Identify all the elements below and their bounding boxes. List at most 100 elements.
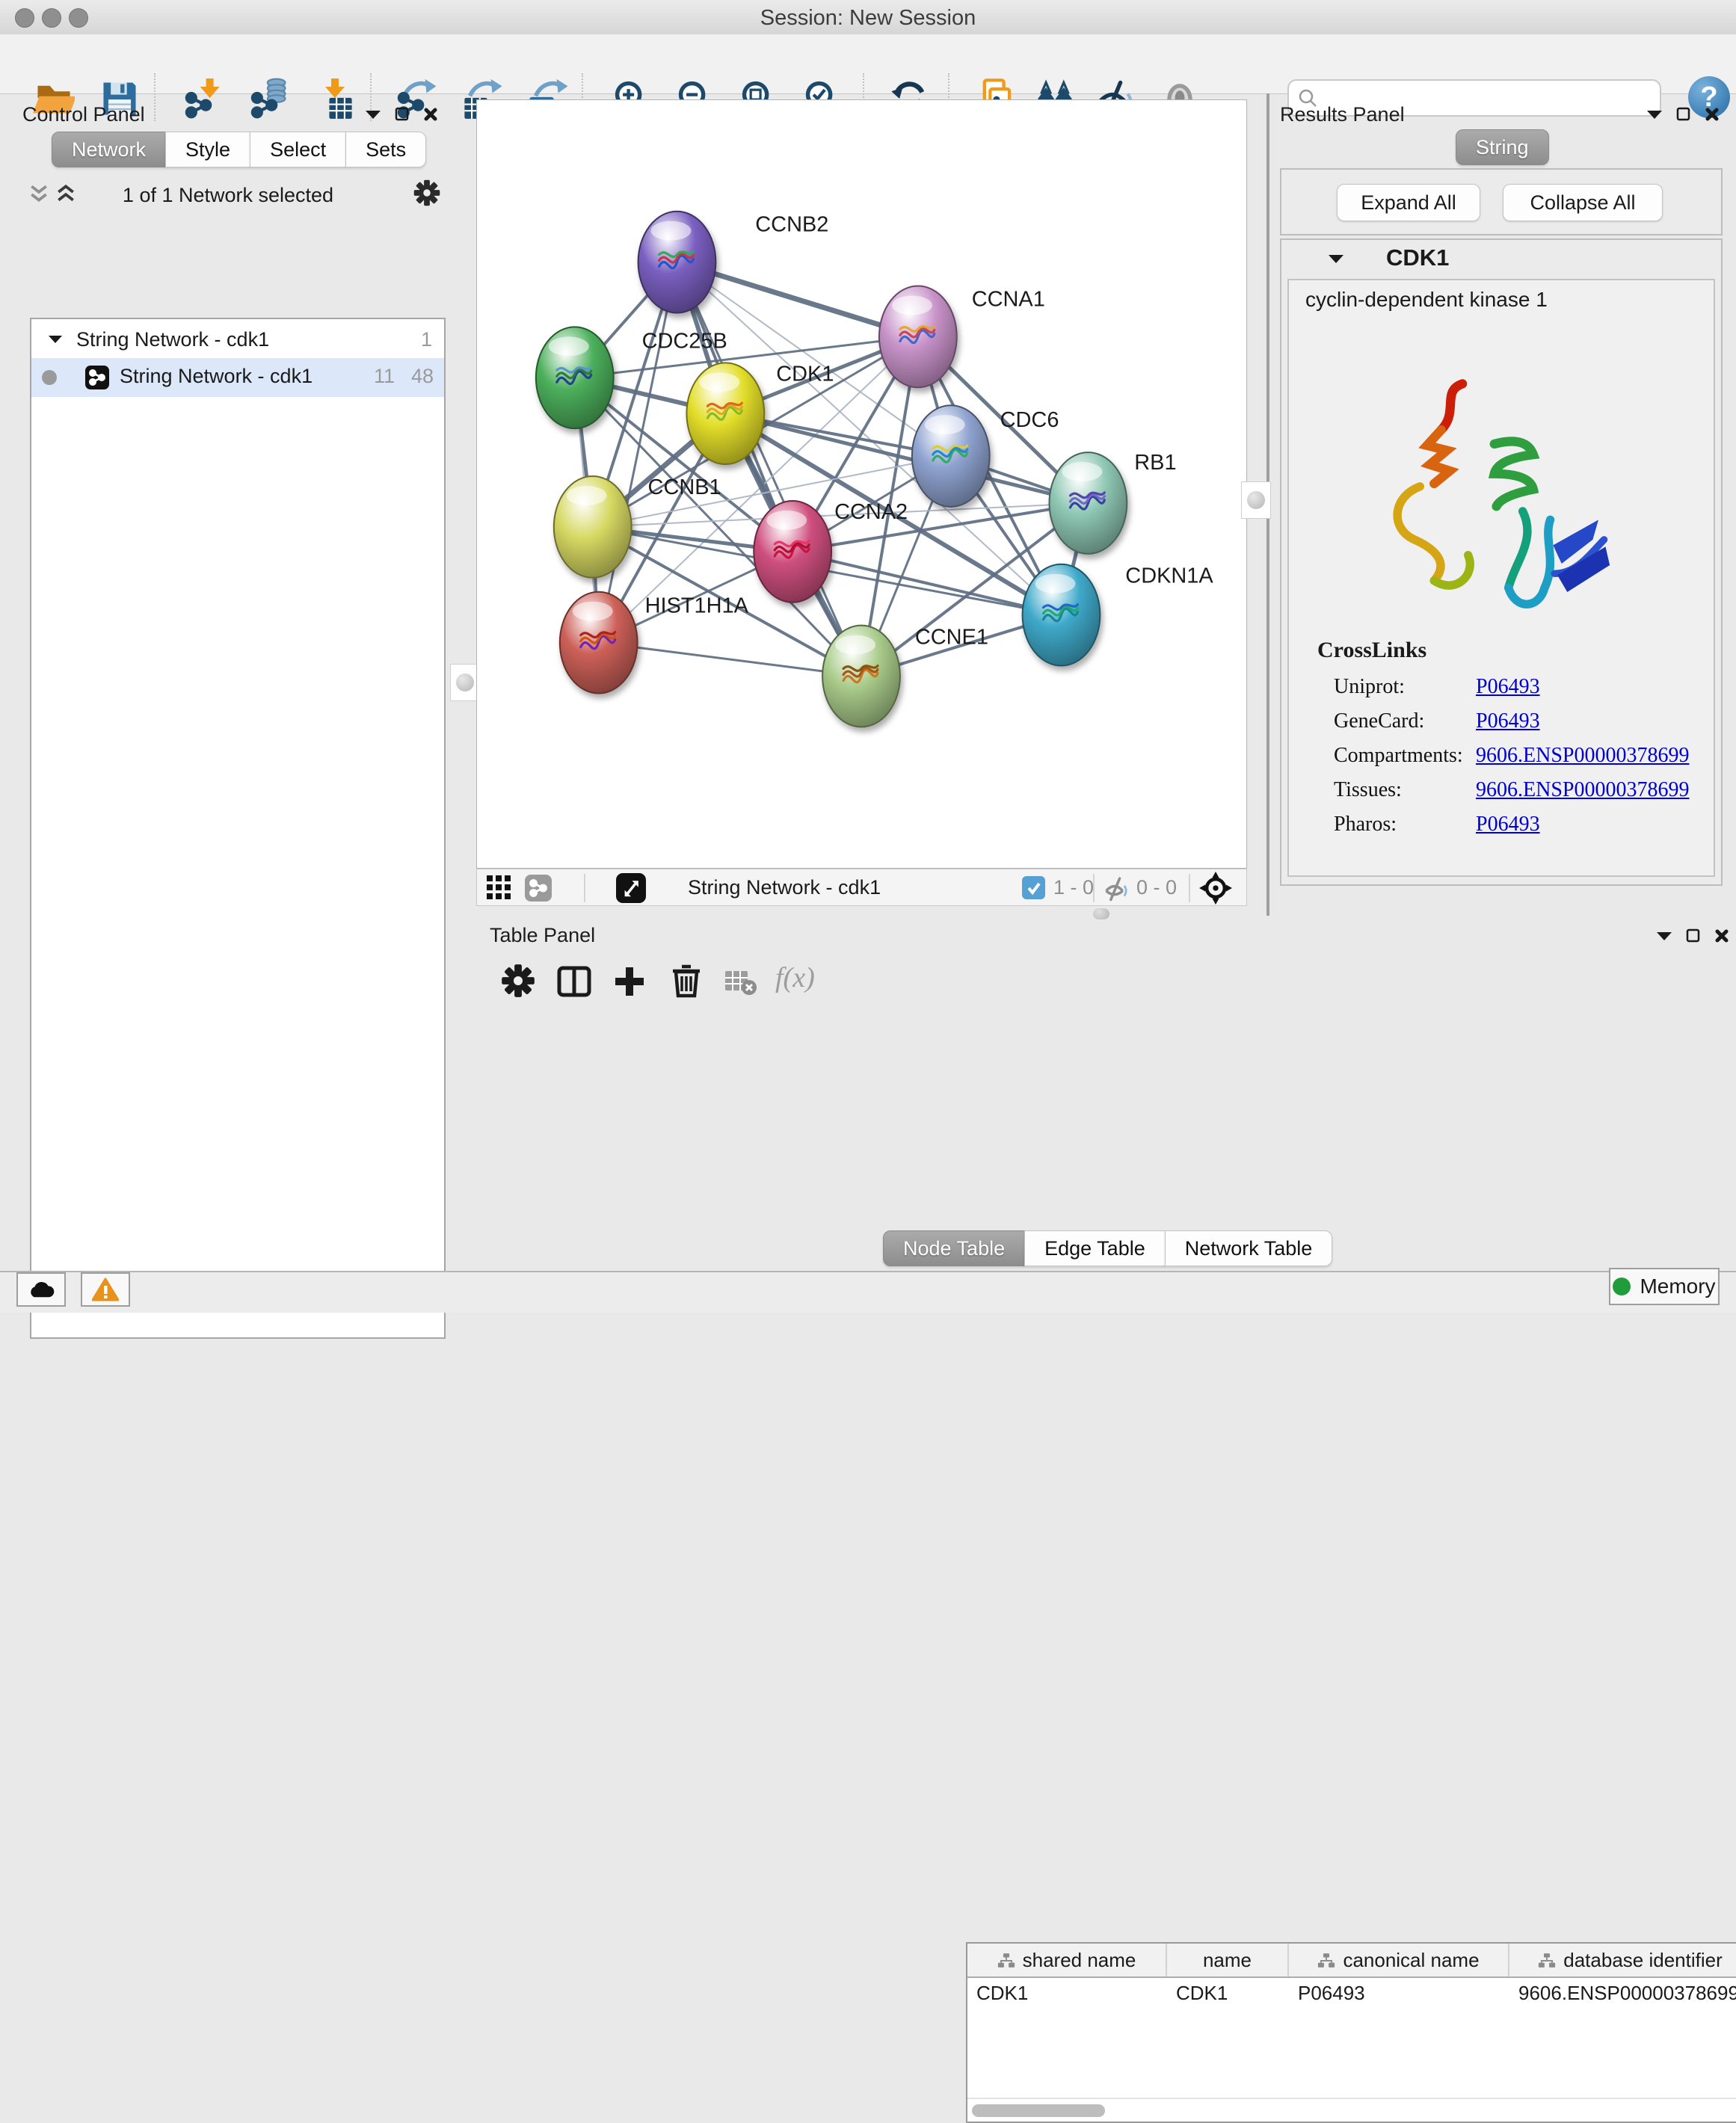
tab-string[interactable]: String [1456,129,1549,165]
tab-network[interactable]: Network [52,132,166,167]
collection-expand-icon[interactable] [48,334,63,344]
network-edge-count: 48 [411,365,434,388]
network-selection-summary: 1 of 1 Network selected [7,184,449,207]
delete-table-icon[interactable] [724,969,757,996]
crosslink-row: Uniprot:P06493 [1289,675,1717,709]
left-splitter-handle[interactable] [450,664,480,701]
node-ccna1[interactable]: CCNA1 [879,286,1045,388]
crosslink-row: Tissues: 9606.ENSP00000378699 [1289,778,1717,813]
node-label-cdc25b: CDC25B [642,329,727,353]
window-title: Session: New Session [0,6,1736,31]
control-panel: Control Panel NetworkStyleSelectSets 1 o… [7,99,456,1245]
edge-hist1h1a-ccne1[interactable] [599,643,861,677]
memory-button[interactable]: Memory [1609,1268,1720,1305]
protein-structure-image [1334,363,1648,632]
table-settings-gear-icon[interactable] [500,963,536,999]
birds-eye-view-icon[interactable] [616,873,646,903]
crosslink-label: Pharos: [1334,813,1397,836]
node-label-ccna1: CCNA1 [972,287,1045,311]
column-header-database-identifier[interactable]: database identifier [1509,1944,1736,1976]
memory-label: Memory [1640,1275,1715,1298]
crosslink-link[interactable]: 9606.ENSP00000378699 [1476,778,1689,802]
table-row[interactable]: CDK1CDK1P064939606.ENSP00000378699cyclin… [967,1978,1736,2008]
node-label-cdc6: CDC6 [1000,408,1059,432]
show-columns-icon[interactable] [557,964,591,999]
crosslink-link[interactable]: 9606.ENSP00000378699 [1476,744,1689,768]
column-header-shared-name[interactable]: shared name [967,1944,1167,1976]
column-header-name[interactable]: name [1167,1944,1289,1976]
table-cell: 9606.ENSP00000378699 [1509,1978,1736,2008]
function-builder-icon[interactable]: f(x) [775,961,815,994]
tab-edge-table[interactable]: Edge Table [1024,1230,1166,1266]
node-hist1h1a[interactable]: HIST1H1A [560,592,749,694]
network-label: String Network - cdk1 [120,365,313,388]
protein-details: cyclin-dependent kinase 1 CrossLinks Uni… [1287,279,1715,877]
tab-sets[interactable]: Sets [345,132,426,167]
add-column-icon[interactable] [612,964,647,999]
results-panel-float-icon[interactable] [1676,107,1691,122]
node-table: shared namenamecanonical namedatabase id… [966,1942,1736,2123]
protein-description: cyclin-dependent kinase 1 [1305,288,1548,312]
network-view-canvas[interactable]: CCNB2CCNA1CDC25BCDK1CDC6RB1CCNB1CCNA2CDK… [476,99,1247,869]
node-label-hist1h1a: HIST1H1A [645,594,749,618]
results-panel-menu-icon[interactable] [1646,109,1663,120]
network-collection-row[interactable]: String Network - cdk1 1 [31,324,444,358]
node-label-cdkn1a: CDKN1A [1125,564,1213,588]
edge-ccna2-cdkn1a[interactable] [792,552,1061,615]
crosslink-link[interactable]: P06493 [1476,675,1540,699]
table-panel-close-icon[interactable] [1714,928,1729,943]
control-panel-menu-icon[interactable] [365,109,381,120]
network-options-gear-icon[interactable] [413,179,441,207]
collapse-all-button[interactable]: Collapse All [1503,184,1663,221]
node-label-ccna2: CCNA2 [834,500,908,524]
table-panel: Table Panel f(x) shared namenamecanonica… [476,918,1736,1271]
crosslinks-list: Uniprot:P06493GeneCard: P06493 Compartment… [1289,675,1717,847]
tab-style[interactable]: Style [165,132,250,167]
table-panel-menu-icon[interactable] [1656,931,1672,941]
table-cell: CDK1 [1167,1978,1289,2008]
table-cell: P06493 [1289,1978,1509,2008]
crosslink-link[interactable]: P06493 [1476,709,1540,733]
protein-collapse-icon[interactable] [1328,253,1344,264]
delete-column-icon[interactable] [669,963,704,999]
node-rb1[interactable]: RB1 [1050,451,1177,554]
table-horizontal-scrollbar[interactable] [972,2104,1105,2117]
hidden-node-edge-counts: 0 - 0 [1136,876,1177,899]
tab-network-table[interactable]: Network Table [1165,1230,1333,1266]
table-header-row: shared namenamecanonical namedatabase id… [967,1944,1736,1978]
network-icon-toggle[interactable] [525,875,552,902]
hidden-elements-icon [1102,875,1129,902]
column-header-canonical-name[interactable]: canonical name [1289,1944,1509,1976]
control-panel-close-icon[interactable] [423,107,438,122]
node-label-rb1: RB1 [1134,451,1176,475]
results-panel-close-icon[interactable] [1705,107,1720,122]
network-view-toolbar: String Network - cdk1 1 - 0 0 - 0 [476,869,1247,906]
table-cell: CDK1 [967,1978,1167,2008]
network-tree: String Network - cdk1 1 String Network -… [30,318,446,1339]
fit-selected-crosshair-icon[interactable] [1199,872,1232,905]
network-graph: CCNB2CCNA1CDC25BCDK1CDC6RB1CCNB1CCNA2CDK… [477,100,1246,868]
crosslink-link[interactable]: P06493 [1476,813,1540,836]
crosslink-label: Tissues: [1334,778,1402,802]
table-panel-float-icon[interactable] [1686,928,1701,943]
control-panel-title: Control Panel [22,103,145,126]
tab-select[interactable]: Select [250,132,346,167]
right-splitter-handle[interactable] [1241,481,1271,519]
memory-status-dot [1613,1278,1631,1295]
grid-view-icon[interactable] [486,875,513,902]
window-titlebar: Session: New Session [0,0,1736,35]
tab-node-table[interactable]: Node Table [883,1230,1025,1266]
node-cdkn1a[interactable]: CDKN1A [1023,564,1214,666]
selected-checkbox[interactable] [1022,876,1045,899]
control-panel-float-icon[interactable] [395,107,410,122]
crosslink-label: GeneCard: [1334,709,1424,733]
network-row-selected[interactable]: String Network - cdk1 11 48 [31,358,444,397]
edge-ccnb2-hist1h1a[interactable] [599,262,677,643]
crosslink-row: Compartments: 9606.ENSP00000378699 [1289,744,1717,778]
crosslink-label: Compartments: [1334,744,1463,768]
expand-all-button[interactable]: Expand All [1337,184,1480,221]
results-actions-box: Expand All Collapse All [1280,168,1723,235]
cloud-status-button[interactable] [16,1272,66,1307]
protein-result-box: CDK1 cyclin-dependent kinase 1 CrossLi [1280,238,1723,886]
warning-status-button[interactable] [81,1272,130,1307]
